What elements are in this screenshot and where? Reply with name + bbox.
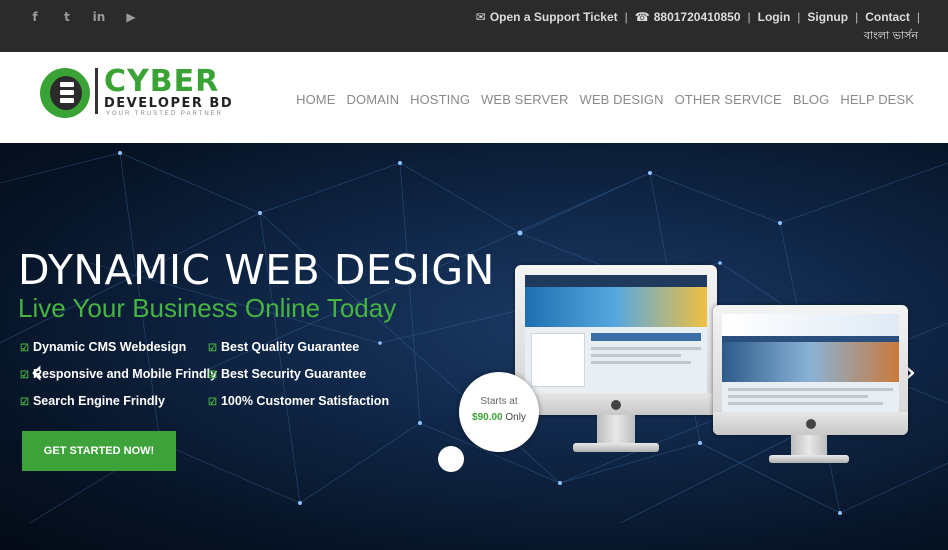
linkedin-icon[interactable]: in: [90, 8, 108, 26]
feature-item: ☑ Dynamic CMS Webdesign: [20, 340, 187, 354]
check-icon: ☑: [208, 397, 217, 408]
logo-subtitle: DEVELOPER BD: [104, 96, 234, 111]
nav-web-design[interactable]: WEB DESIGN: [580, 92, 664, 107]
check-icon: ☑: [20, 370, 29, 381]
logo-title: CYBER: [104, 64, 220, 99]
facebook-icon[interactable]: f: [26, 8, 44, 26]
social-links: f t in ▶: [26, 8, 140, 26]
youtube-icon[interactable]: ▶: [122, 8, 140, 26]
nav-domain[interactable]: DOMAIN: [347, 92, 400, 107]
feature-item: ☑ Best Quality Guarantee: [208, 340, 360, 354]
feature-item: ☑ Responsive and Mobile Frindly: [20, 367, 218, 381]
slider-prev-icon[interactable]: ‹: [30, 355, 44, 389]
language-switch[interactable]: বাংলা ভার্সন: [864, 27, 918, 46]
feature-item: ☑ 100% Customer Satisfaction: [208, 394, 390, 408]
server-logo-icon: [40, 68, 90, 118]
phone-number[interactable]: 8801720410850: [654, 10, 741, 24]
hero-title: DYNAMIC WEB DESIGN: [18, 246, 495, 294]
divider: |: [797, 10, 801, 24]
nav-home[interactable]: HOME: [296, 92, 335, 107]
logo-divider: [95, 68, 98, 114]
feature-item: ☑ Search Engine Frindly: [20, 394, 165, 408]
get-started-button[interactable]: GET STARTED NOW!: [22, 431, 176, 471]
nav-other-service[interactable]: OTHER SERVICE: [675, 92, 782, 107]
top-links: ✉ Open a Support Ticket | ☎ 880172041085…: [476, 10, 920, 24]
slider-dot[interactable]: [438, 446, 464, 472]
site-header: CYBER DEVELOPER BD YOUR TRUSTED PARTNER …: [0, 52, 948, 143]
site-logo[interactable]: CYBER DEVELOPER BD YOUR TRUSTED PARTNER: [40, 66, 245, 122]
divider: |: [624, 10, 628, 24]
hero-slider: DYNAMIC WEB DESIGN Live Your Business On…: [0, 143, 948, 550]
support-ticket-link[interactable]: Open a Support Ticket: [490, 10, 618, 24]
divider: |: [855, 10, 859, 24]
login-link[interactable]: Login: [758, 10, 791, 24]
feature-item: ☑ Best Security Guarantee: [208, 367, 367, 381]
main-nav: HOME DOMAIN HOSTING WEB SERVER WEB DESIG…: [296, 92, 914, 107]
hero-subtitle: Live Your Business Online Today: [18, 293, 397, 323]
price-suffix: Only: [505, 412, 526, 423]
signup-link[interactable]: Signup: [807, 10, 848, 24]
logo-tagline: YOUR TRUSTED PARTNER: [106, 111, 224, 117]
nav-web-server[interactable]: WEB SERVER: [481, 92, 568, 107]
price-value-line: $90.00 Only: [472, 412, 526, 423]
envelope-icon: ✉: [475, 10, 486, 24]
price-badge: Starts at $90.00 Only: [459, 372, 539, 452]
top-bar: f t in ▶ ✉ Open a Support Ticket | ☎ 880…: [0, 0, 948, 52]
phone-icon: ☎: [634, 10, 650, 24]
check-icon: ☑: [20, 343, 29, 354]
nav-help-desk[interactable]: HELP DESK: [840, 92, 914, 107]
twitter-icon[interactable]: t: [58, 8, 76, 26]
check-icon: ☑: [208, 343, 217, 354]
price-prefix: Starts at: [480, 396, 518, 407]
contact-link[interactable]: Contact: [865, 10, 910, 24]
divider: |: [747, 10, 751, 24]
check-icon: ☑: [20, 397, 29, 408]
check-icon: ☑: [208, 370, 217, 381]
monitor-small-image: [713, 305, 913, 465]
monitor-large-image: [515, 265, 720, 465]
divider: |: [916, 10, 920, 24]
nav-hosting[interactable]: HOSTING: [410, 92, 470, 107]
price-amount: $90.00: [472, 412, 503, 423]
nav-blog[interactable]: BLOG: [793, 92, 830, 107]
